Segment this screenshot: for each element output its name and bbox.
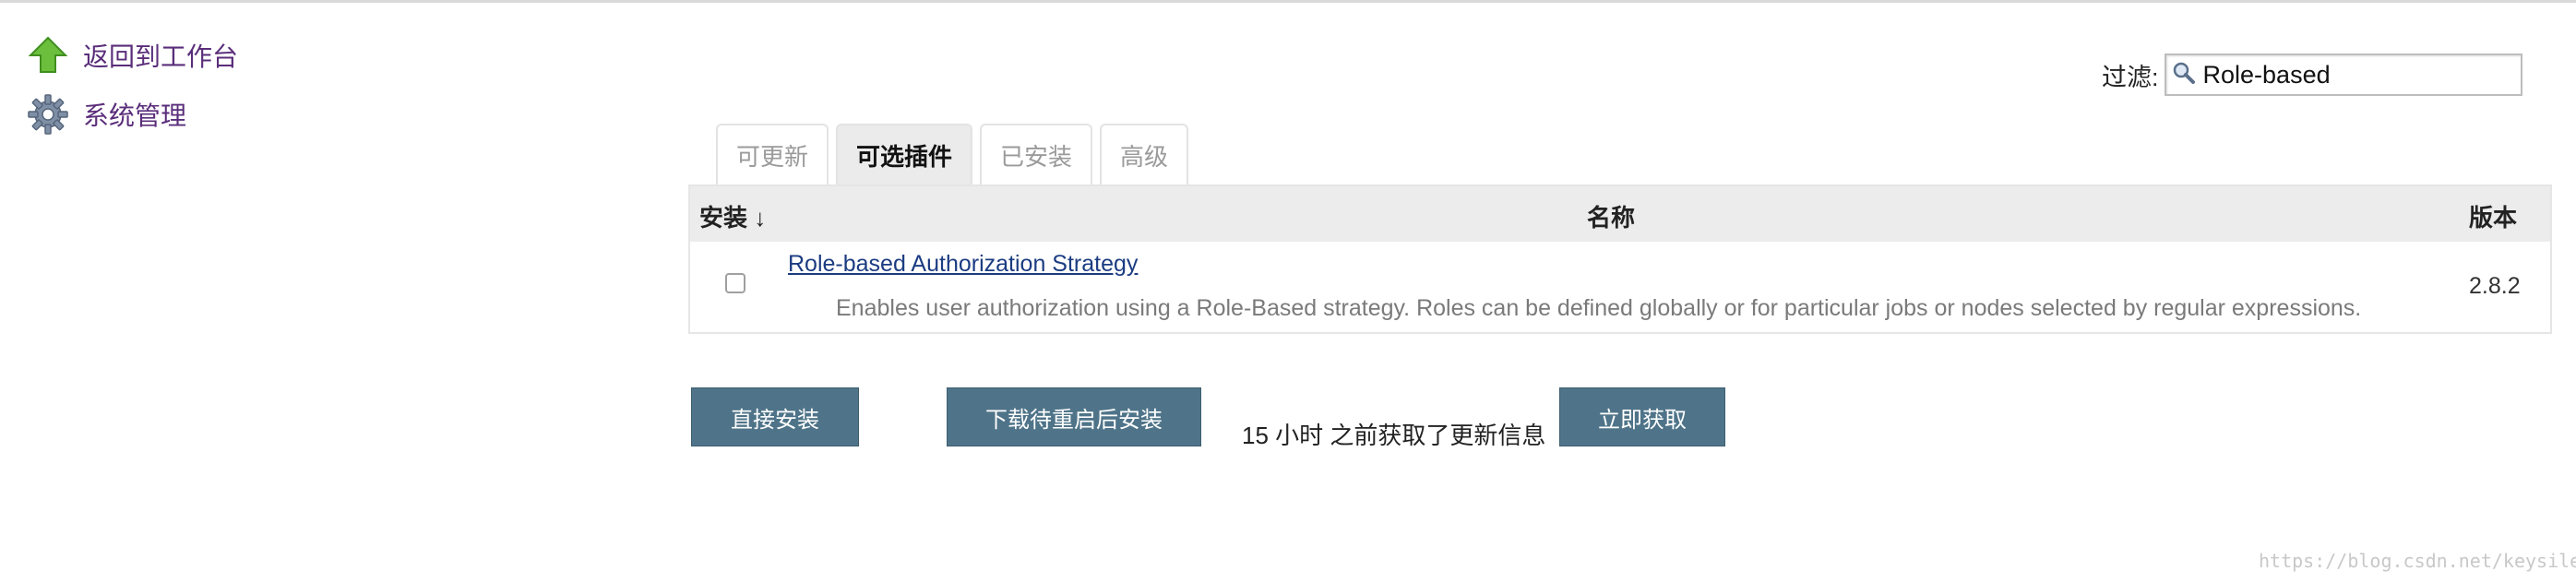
search-icon xyxy=(2172,61,2196,89)
column-header-install[interactable]: 安装 ↓ xyxy=(699,199,766,233)
green-up-arrow-icon xyxy=(26,33,70,77)
plugin-table: 安装 ↓ 名称 版本 Role-based Authorization Stra… xyxy=(688,184,2552,334)
filter-bar: 过滤: xyxy=(2102,54,2522,96)
download-restart-button[interactable]: 下载待重启后安装 xyxy=(947,387,1201,446)
plugin-name-link[interactable]: Role-based Authorization Strategy xyxy=(788,251,1138,278)
update-info-text: 15 小时 之前获取了更新信息 xyxy=(1242,422,1546,449)
filter-label: 过滤: xyxy=(2102,63,2159,91)
filter-box[interactable] xyxy=(2164,54,2522,96)
column-header-version[interactable]: 版本 xyxy=(2469,199,2517,233)
install-now-button[interactable]: 直接安装 xyxy=(691,387,859,446)
plugin-tabs: 可更新 可选插件 已安装 高级 xyxy=(716,124,1196,184)
tab-installed[interactable]: 已安装 xyxy=(980,124,1093,184)
install-checkbox[interactable] xyxy=(725,273,745,293)
filter-input[interactable] xyxy=(2200,59,2510,90)
sidebar-back-label: 返回到工作台 xyxy=(83,42,239,71)
sidebar-manage-jenkins[interactable]: 系统管理 xyxy=(26,92,186,137)
gear-icon xyxy=(26,92,70,137)
column-header-name[interactable]: 名称 xyxy=(1587,199,1635,233)
tab-updates[interactable]: 可更新 xyxy=(716,124,829,184)
plugin-version: 2.8.2 xyxy=(2469,273,2521,299)
sidebar-manage-label: 系统管理 xyxy=(83,101,187,130)
watermark: https://blog.csdn.net/keysilence1 xyxy=(2259,550,2576,572)
top-border xyxy=(0,0,2576,3)
fetch-now-button[interactable]: 立即获取 xyxy=(1559,387,1725,446)
sidebar-back-to-dashboard[interactable]: 返回到工作台 xyxy=(26,33,238,77)
tab-available[interactable]: 可选插件 xyxy=(836,124,973,184)
tab-advanced[interactable]: 高级 xyxy=(1100,124,1189,184)
plugin-description: Enables user authorization using a Role-… xyxy=(836,295,2362,321)
table-header: 安装 ↓ 名称 版本 xyxy=(690,186,2550,242)
